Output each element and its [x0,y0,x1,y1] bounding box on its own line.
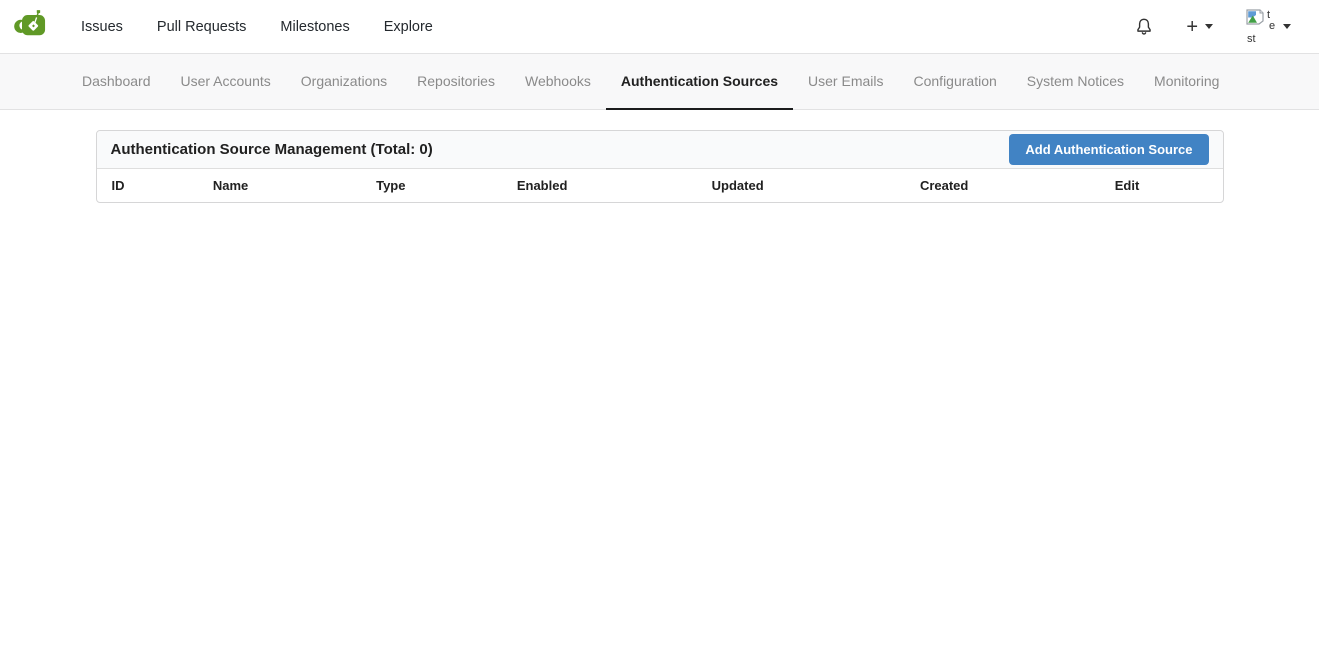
column-header-enabled: Enabled [502,169,697,202]
nav-link-issues[interactable]: Issues [81,19,123,35]
tab-user-emails[interactable]: User Emails [793,54,898,110]
tab-authentication-sources[interactable]: Authentication Sources [606,54,793,110]
column-header-edit: Edit [1100,169,1223,202]
gitea-logo-icon [13,8,47,45]
nav-link-milestones[interactable]: Milestones [280,19,349,35]
create-new-dropdown[interactable]: + [1186,17,1213,37]
column-header-created: Created [905,169,1100,202]
broken-image-icon [1246,9,1265,25]
column-header-id: ID [97,169,198,202]
column-header-name: Name [198,169,361,202]
notifications-bell-icon[interactable] [1135,17,1153,36]
admin-tabs-bar: Dashboard User Accounts Organizations Re… [0,53,1319,110]
auth-sources-panel: Authentication Source Management (Total:… [96,130,1224,203]
page-title: Authentication Source Management (Total:… [111,141,433,158]
tab-user-accounts[interactable]: User Accounts [166,54,286,110]
auth-sources-table: ID Name Type Enabled Updated Created Edi… [97,169,1223,202]
panel-header: Authentication Source Management (Total:… [97,131,1223,169]
top-navbar: Issues Pull Requests Milestones Explore … [0,0,1319,53]
tab-configuration[interactable]: Configuration [899,54,1012,110]
avatar: t e st [1246,9,1276,45]
tab-organizations[interactable]: Organizations [286,54,402,110]
column-header-type: Type [361,169,502,202]
navbar-left: Issues Pull Requests Milestones Explore [13,8,433,45]
avatar-alt-text: st [1247,34,1256,45]
tab-dashboard[interactable]: Dashboard [67,54,166,110]
tab-system-notices[interactable]: System Notices [1012,54,1139,110]
home-logo-link[interactable] [13,8,47,45]
chevron-down-icon [1283,24,1291,29]
tab-webhooks[interactable]: Webhooks [510,54,606,110]
nav-link-pull-requests[interactable]: Pull Requests [157,19,246,35]
avatar-alt-text: e [1269,21,1275,32]
main-content: Authentication Source Management (Total:… [96,130,1224,203]
column-header-updated: Updated [697,169,905,202]
avatar-alt-text: t [1267,10,1270,21]
chevron-down-icon [1205,24,1213,29]
navbar-right: + t e st [1135,9,1291,45]
tab-monitoring[interactable]: Monitoring [1139,54,1234,110]
user-menu-dropdown[interactable]: t e st [1246,9,1291,45]
tab-repositories[interactable]: Repositories [402,54,510,110]
table-header-row: ID Name Type Enabled Updated Created Edi… [97,169,1223,202]
add-authentication-source-button[interactable]: Add Authentication Source [1009,134,1208,165]
nav-link-explore[interactable]: Explore [384,19,433,35]
plus-icon: + [1186,17,1198,37]
